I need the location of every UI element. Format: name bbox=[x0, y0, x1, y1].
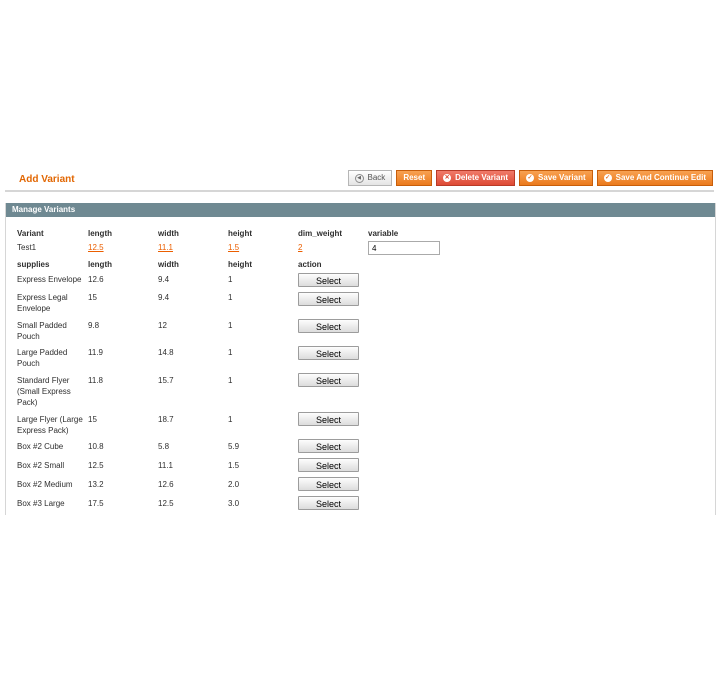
dim-weight-col-header: dim_weight bbox=[298, 229, 343, 238]
supply-length: 12.6 bbox=[88, 275, 104, 284]
supply-width: 15.7 bbox=[158, 376, 174, 385]
supply-name: Express Envelope bbox=[17, 275, 82, 284]
supply-length: 10.8 bbox=[88, 442, 104, 451]
panel-title: Manage Variants bbox=[6, 203, 715, 217]
select-button[interactable]: Select bbox=[298, 273, 359, 287]
supply-width: 14.8 bbox=[158, 348, 174, 357]
variant-name: Test1 bbox=[17, 243, 37, 252]
variant-width-link[interactable]: 11.1 bbox=[158, 242, 173, 253]
width-col-header: width bbox=[158, 229, 179, 238]
supplies-length-col-header: length bbox=[88, 260, 112, 269]
supply-name: Large Flyer (Large Express Pack) bbox=[17, 415, 83, 435]
supply-name: Express Legal Envelope bbox=[17, 293, 68, 313]
select-button[interactable]: Select bbox=[298, 319, 359, 333]
supply-name: Box #2 Medium bbox=[17, 480, 73, 489]
back-arrow-icon: ◀ bbox=[354, 173, 364, 183]
supply-length: 11.9 bbox=[88, 348, 103, 357]
form-actions: ◀ Back Reset ✕ Delete Variant ✓ Save Var… bbox=[347, 170, 713, 186]
select-button[interactable]: Select bbox=[298, 458, 359, 472]
back-button-label: Back bbox=[367, 173, 386, 182]
checkmark-icon: ✓ bbox=[603, 174, 612, 182]
supply-name: Large Padded Pouch bbox=[17, 348, 68, 368]
select-button[interactable]: Select bbox=[298, 496, 359, 510]
supplies-width-col-header: width bbox=[158, 260, 179, 269]
select-button[interactable]: Select bbox=[298, 373, 359, 387]
height-col-header: height bbox=[228, 229, 252, 238]
save-and-continue-label: Save And Continue Edit bbox=[615, 173, 706, 182]
variable-input[interactable] bbox=[368, 241, 440, 255]
supply-height: 1 bbox=[228, 376, 233, 385]
supply-width: 11.1 bbox=[158, 461, 173, 470]
select-button[interactable]: Select bbox=[298, 439, 359, 453]
supply-height: 1.5 bbox=[228, 461, 240, 470]
supplies-height-col-header: height bbox=[228, 260, 252, 269]
supply-width: 9.4 bbox=[158, 275, 170, 284]
supply-height: 1 bbox=[228, 275, 233, 284]
supply-length: 17.5 bbox=[88, 499, 104, 508]
reset-button-label: Reset bbox=[403, 173, 426, 182]
page: Add Variant ◀ Back Reset ✕ Delete Varian… bbox=[0, 0, 725, 680]
page-title: Add Variant bbox=[19, 174, 75, 185]
supply-height: 1 bbox=[228, 415, 233, 424]
supply-length: 15 bbox=[88, 415, 97, 424]
delete-variant-label: Delete Variant bbox=[455, 173, 509, 182]
action-col-header: action bbox=[298, 260, 322, 269]
supply-height: 3.0 bbox=[228, 499, 240, 508]
variant-length-link[interactable]: 12.5 bbox=[88, 242, 104, 253]
save-variant-label: Save Variant bbox=[538, 173, 586, 182]
select-button[interactable]: Select bbox=[298, 292, 359, 306]
select-button[interactable]: Select bbox=[298, 346, 359, 360]
supply-name: Box #2 Cube bbox=[17, 442, 64, 451]
supply-height: 1 bbox=[228, 321, 233, 330]
supply-height: 5.9 bbox=[228, 442, 240, 451]
select-button[interactable]: Select bbox=[298, 477, 359, 491]
supply-height: 1 bbox=[228, 293, 233, 302]
supply-width: 12.5 bbox=[158, 499, 174, 508]
checkmark-icon: ✓ bbox=[526, 174, 535, 182]
variant-dim-weight-link[interactable]: 2 bbox=[298, 242, 302, 253]
save-variant-button[interactable]: ✓ Save Variant bbox=[519, 170, 593, 186]
supply-length: 11.8 bbox=[88, 376, 103, 385]
supply-name: Standard Flyer (Small Express Pack) bbox=[17, 376, 71, 407]
supply-name: Box #3 Large bbox=[17, 499, 65, 508]
content-header: Add Variant ◀ Back Reset ✕ Delete Varian… bbox=[5, 167, 714, 192]
variant-col-header: Variant bbox=[17, 229, 44, 238]
reset-button[interactable]: Reset bbox=[396, 170, 433, 186]
supply-width: 12 bbox=[158, 321, 167, 330]
variant-height-link[interactable]: 1.5 bbox=[228, 242, 239, 253]
supply-length: 13.2 bbox=[88, 480, 104, 489]
supply-width: 12.6 bbox=[158, 480, 174, 489]
supply-name: Box #2 Small bbox=[17, 461, 65, 470]
supply-length: 9.8 bbox=[88, 321, 100, 330]
length-col-header: length bbox=[88, 229, 112, 238]
supply-width: 5.8 bbox=[158, 442, 170, 451]
manage-variants-panel: Manage Variants Variant length width hei… bbox=[5, 203, 716, 515]
delete-x-icon: ✕ bbox=[443, 174, 452, 182]
supply-length: 15 bbox=[88, 293, 97, 302]
supply-height: 1 bbox=[228, 348, 233, 357]
supply-name: Small Padded Pouch bbox=[17, 321, 67, 341]
supply-width: 9.4 bbox=[158, 293, 170, 302]
supply-length: 12.5 bbox=[88, 461, 104, 470]
supply-height: 2.0 bbox=[228, 480, 240, 489]
select-button[interactable]: Select bbox=[298, 412, 359, 426]
supplies-col-header: supplies bbox=[17, 260, 50, 269]
back-button[interactable]: ◀ Back bbox=[347, 170, 393, 186]
variable-col-header: variable bbox=[368, 229, 399, 238]
supply-width: 18.7 bbox=[158, 415, 174, 424]
delete-variant-button[interactable]: ✕ Delete Variant bbox=[436, 170, 516, 186]
save-and-continue-button[interactable]: ✓ Save And Continue Edit bbox=[596, 170, 713, 186]
